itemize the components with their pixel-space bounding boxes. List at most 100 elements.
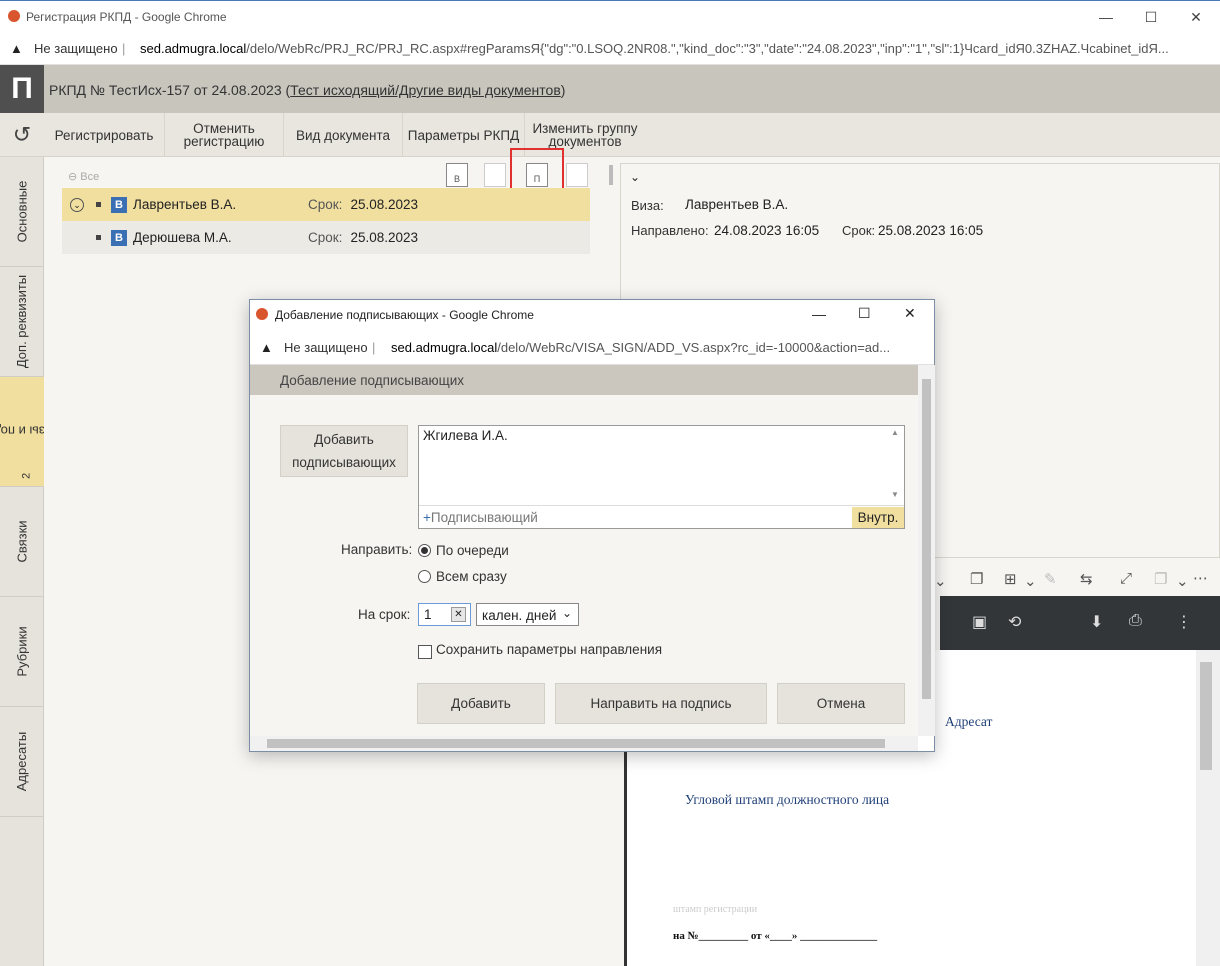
fit-page-icon[interactable]: ▣ [972, 612, 987, 632]
doc-title-suffix: ) [560, 82, 566, 98]
tab-main[interactable]: Основные [0, 157, 44, 267]
file-toolbar: ⌄ ❐ ⊞ ⌄ ✎ ⇆ ⤢ ❐ ⌄ ⋯ [930, 566, 1220, 596]
app-favicon-icon [256, 308, 268, 320]
modal-address-bar[interactable]: ▲ Не защищено | sed.admugra.local/delo/W… [250, 330, 934, 365]
address-separator: | [122, 41, 126, 56]
expand-icon[interactable]: ⤢ [1120, 570, 1132, 587]
collapse-row-icon[interactable]: ⌄ [70, 197, 84, 212]
internal-button[interactable]: Внутр. [852, 507, 904, 528]
minimize-icon[interactable]: — [812, 306, 826, 322]
chevron-down-icon[interactable]: ⌄ [630, 170, 640, 184]
url-path: /delo/WebRc/VISA_SIGN/ADD_VS.aspx?rc_id=… [497, 340, 891, 355]
chevron-down-icon[interactable]: ⌄ [934, 572, 947, 590]
tab-addressees[interactable]: Адресаты [0, 707, 44, 817]
collapse-all-toggle[interactable]: ⊖ Все [68, 170, 99, 183]
signer-input-row[interactable]: +Подписывающий Внутр. [419, 505, 904, 528]
more-vert-icon[interactable]: ⋮ [1176, 612, 1192, 632]
sent-label: Направлено: [631, 223, 709, 238]
tab-rubrics[interactable]: Рубрики [0, 597, 44, 707]
edit-icon: ✎ [1044, 571, 1057, 588]
panel-splitter[interactable] [609, 165, 613, 185]
main-url[interactable]: sed.admugra.local/delo/WebRc/PRJ_RC/PRJ_… [140, 41, 1215, 56]
collapse-icon: ⊖ [68, 171, 78, 183]
tab-links[interactable]: Связки [0, 487, 44, 597]
signer-item[interactable]: Жгилева И.А. [423, 428, 508, 443]
pdf-reg-stamp: штамп регистрации [673, 904, 758, 915]
doc-type-link[interactable]: Тест исходящий/Другие виды документов [290, 82, 561, 98]
save-params-label[interactable]: Сохранить параметры направления [436, 642, 662, 657]
clear-icon[interactable]: ✕ [451, 607, 466, 622]
visa-type-badge: В [111, 229, 127, 246]
minimize-icon[interactable]: — [1096, 7, 1116, 27]
pdf-scrollbar[interactable] [1196, 650, 1220, 966]
visa-row[interactable]: В Дерюшева М.А. Срок: 25.08.2023 [62, 221, 590, 254]
modal-vscroll-thumb[interactable] [922, 379, 931, 699]
visa-row[interactable]: ⌄ В Лаврентьев В.А. Срок: 25.08.2023 [62, 188, 590, 221]
close-icon[interactable]: ✕ [904, 305, 916, 322]
visa-type-badge: В [111, 196, 127, 213]
main-window-title: Регистрация РКПД - Google Chrome [26, 10, 227, 24]
visa-label: Виза: [631, 198, 664, 213]
pdf-scroll-thumb[interactable] [1200, 662, 1212, 770]
url-path: /delo/WebRc/PRJ_RC/PRJ_RC.aspx#regParams… [246, 41, 1169, 56]
close-icon[interactable]: ✕ [1186, 7, 1206, 27]
maximize-icon[interactable]: ☐ [1141, 7, 1161, 27]
cancel-reg-line2: регистрацию [183, 134, 265, 149]
radio-queue[interactable] [418, 544, 431, 557]
signers-scrollbar[interactable]: ▲ ▼ [887, 426, 904, 505]
url-host: sed.admugra.local [391, 340, 498, 355]
radio-all-label[interactable]: Всем сразу [436, 569, 507, 584]
add-visa-icon[interactable]: В [446, 163, 468, 187]
rotate-icon[interactable]: ⟲ [1008, 612, 1021, 632]
disabled-signer-icon [566, 163, 588, 187]
register-button[interactable]: Регистрировать [44, 113, 165, 157]
plus-icon: + [423, 510, 431, 525]
due-label: Срок: [308, 197, 343, 212]
pdf-toolbar: ▣ ⟲ ⬇ ⎙ ⋮ [940, 596, 1220, 650]
chevron-down-icon[interactable]: ⌄ [1024, 572, 1037, 590]
due-date: 25.08.2023 [350, 197, 419, 212]
modal-url[interactable]: sed.admugra.local/delo/WebRc/VISA_SIGN/A… [391, 340, 890, 355]
modal-hscroll[interactable] [250, 736, 918, 751]
term-input[interactable]: 1 ✕ [418, 603, 471, 626]
doc-type-button[interactable]: Вид документа [284, 113, 403, 157]
radio-all-at-once[interactable] [418, 570, 431, 583]
save-params-checkbox[interactable] [418, 645, 432, 659]
copy-file-icon[interactable]: ❐ [970, 570, 983, 588]
rkpd-params-button[interactable]: Параметры РКПД [403, 113, 525, 157]
modal-vscroll[interactable] [918, 365, 935, 736]
modal-titlebar: Добавление подписывающих - Google Chrome… [250, 300, 934, 330]
radio-queue-label[interactable]: По очереди [436, 543, 509, 558]
add-button[interactable]: Добавить [417, 683, 545, 724]
more-icon[interactable]: ⋯ [1193, 569, 1208, 587]
detail-due-value: 25.08.2023 16:05 [878, 223, 984, 238]
signer-input[interactable]: +Подписывающий [423, 510, 538, 525]
warning-icon: ▲ [260, 340, 273, 355]
main-address-bar[interactable]: ▲ Не защищено | sed.admugra.local/delo/W… [0, 33, 1220, 65]
doc-title: РКПД № ТестИсх-157 от 24.08.2023 (Тест и… [49, 82, 565, 98]
send-label: Направить: [341, 542, 413, 557]
cancel-registration-button[interactable]: Отменить регистрацию [165, 113, 284, 157]
tab-visas-signatures[interactable]: Визы и подписи 2 [0, 377, 61, 487]
modal-hscroll-thumb[interactable] [267, 739, 885, 748]
tab-rubrics-label: Рубрики [14, 626, 30, 677]
maximize-icon[interactable]: ☐ [858, 305, 871, 322]
doc-title-prefix: РКПД № ТестИсх-157 от 24.08.2023 ( [49, 82, 291, 98]
cancel-button[interactable]: Отмена [777, 683, 905, 724]
term-unit-value: кален. дней [482, 608, 557, 623]
chevron-down-icon[interactable]: ⌄ [1176, 572, 1189, 590]
main-window-titlebar: Регистрация РКПД - Google Chrome — ☐ ✕ [0, 0, 1220, 33]
visa-person: Лаврентьев В.А. [133, 197, 237, 212]
back-to-list-icon[interactable]: ↺ [0, 113, 44, 157]
tab-extra-props[interactable]: Доп. реквизиты [0, 267, 44, 377]
warning-icon: ▲ [10, 41, 23, 56]
add-file-icon[interactable]: ⊞ [1004, 570, 1017, 588]
convert-icon[interactable]: ⇆ [1080, 570, 1093, 588]
app-logo: П [0, 65, 44, 113]
term-unit-select[interactable]: кален. дней ⌄ [476, 603, 579, 626]
add-signers-button[interactable]: Добавить подписывающих [280, 425, 408, 477]
print-icon[interactable]: ⎙ [1129, 612, 1142, 630]
term-value: 1 [424, 607, 432, 622]
send-to-sign-button[interactable]: Направить на подпись [555, 683, 767, 724]
download-icon[interactable]: ⬇ [1090, 612, 1103, 632]
